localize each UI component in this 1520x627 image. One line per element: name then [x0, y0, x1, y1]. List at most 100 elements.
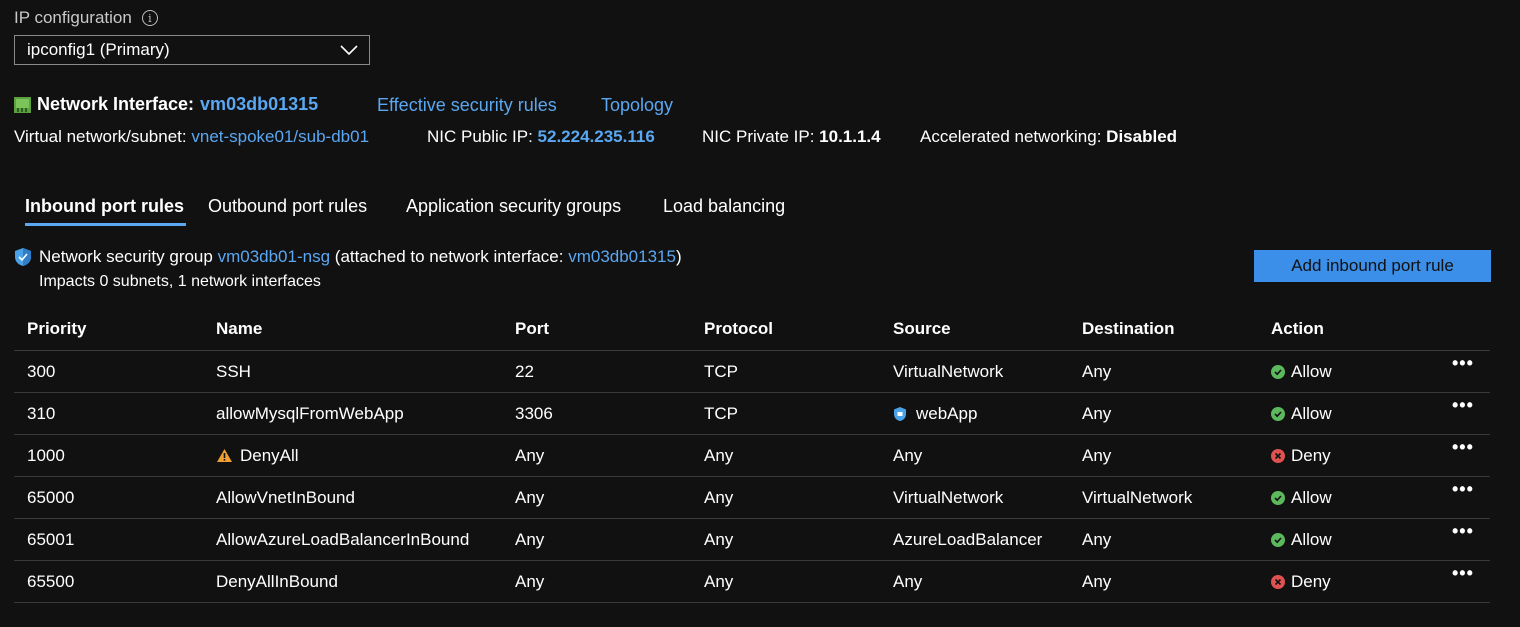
cell-name: SSH	[216, 361, 251, 381]
check-circle-icon	[1271, 364, 1285, 379]
topology-link[interactable]: Topology	[601, 95, 673, 116]
cell-protocol: TCP	[704, 361, 738, 381]
cell-source: Any	[893, 445, 923, 465]
header-name[interactable]: Name	[216, 308, 262, 350]
header-destination[interactable]: Destination	[1082, 308, 1175, 350]
tab-inbound-port-rules[interactable]: Inbound port rules	[25, 196, 184, 217]
table-row[interactable]: 310 allowMysqlFromWebApp 3306 TCP webApp…	[14, 393, 1490, 435]
vnet-label: Virtual network/subnet:	[14, 127, 187, 146]
cell-destination: Any	[1082, 571, 1112, 591]
nsg-name-link[interactable]: vm03db01-nsg	[218, 247, 330, 267]
public-ip-info: NIC Public IP: 52.224.235.116	[427, 127, 655, 147]
cell-protocol: Any	[704, 487, 734, 507]
nic-name-link[interactable]: vm03db01315	[200, 94, 318, 115]
cell-priority: 1000	[27, 445, 65, 465]
nsg-attached-nic-link[interactable]: vm03db01315	[568, 247, 676, 267]
header-port[interactable]: Port	[515, 308, 549, 350]
table-row[interactable]: 65000 AllowVnetInBound Any Any VirtualNe…	[14, 477, 1490, 519]
cell-port: 22	[515, 361, 534, 381]
ip-configuration-text: IP configuration	[14, 8, 132, 27]
tab-application-security-groups[interactable]: Application security groups	[406, 196, 621, 217]
accelerated-networking-label: Accelerated networking:	[920, 127, 1102, 146]
cell-name: AllowAzureLoadBalancerInBound	[216, 529, 470, 549]
nsg-impacts: Impacts 0 subnets, 1 network interfaces	[39, 273, 321, 290]
nsg-info: Network security group vm03db01-nsg (att…	[14, 247, 682, 267]
action-label: Allow	[1291, 529, 1332, 549]
cell-action: Allow	[1271, 519, 1332, 560]
cell-name: AllowVnetInBound	[216, 487, 355, 507]
action-label: Deny	[1291, 445, 1331, 465]
header-action[interactable]: Action	[1271, 308, 1324, 350]
cell-name: allowMysqlFromWebApp	[216, 403, 404, 423]
cell-destination: Any	[1082, 445, 1112, 465]
source-label: webApp	[916, 403, 978, 423]
tab-load-balancing[interactable]: Load balancing	[663, 196, 785, 217]
more-icon[interactable]: •••	[1452, 469, 1474, 510]
nic-header: Network Interface: vm03db01315	[14, 94, 318, 115]
more-icon[interactable]: •••	[1452, 385, 1474, 426]
cell-priority: 65500	[27, 571, 75, 591]
cell-protocol: Any	[704, 571, 734, 591]
effective-security-rules-link[interactable]: Effective security rules	[377, 95, 557, 116]
cell-port: Any	[515, 529, 545, 549]
cell-name: DenyAllInBound	[216, 571, 338, 591]
table-row[interactable]: 65500 DenyAllInBound Any Any Any Any Den…	[14, 561, 1490, 603]
more-icon[interactable]: •••	[1452, 343, 1474, 384]
cell-port: Any	[515, 445, 545, 465]
private-ip-label: NIC Private IP:	[702, 127, 815, 146]
vnet-link[interactable]: vnet-spoke01/sub-db01	[191, 127, 369, 146]
chevron-down-icon	[340, 45, 358, 56]
table-row[interactable]: 1000 DenyAll Any Any Any Any Deny •••	[14, 435, 1490, 477]
cell-action: Allow	[1271, 351, 1332, 392]
cell-source: Any	[893, 571, 923, 591]
application-security-group-icon	[894, 406, 906, 421]
public-ip-link[interactable]: 52.224.235.116	[538, 127, 655, 146]
cell-port: Any	[515, 487, 545, 507]
public-ip-label: NIC Public IP:	[427, 127, 533, 146]
more-icon[interactable]: •••	[1452, 511, 1474, 552]
accelerated-networking-info: Accelerated networking: Disabled	[920, 127, 1177, 147]
vnet-info: Virtual network/subnet: vnet-spoke01/sub…	[14, 127, 369, 147]
table-header: Priority Name Port Protocol Source Desti…	[14, 308, 1490, 351]
tab-outbound-port-rules[interactable]: Outbound port rules	[208, 196, 367, 217]
network-interface-icon	[14, 96, 31, 113]
nsg-attached-text: (attached to network interface:	[334, 247, 564, 266]
check-circle-icon	[1271, 406, 1285, 421]
cell-name: DenyAll	[216, 435, 299, 476]
inbound-rules-table: Priority Name Port Protocol Source Desti…	[14, 308, 1490, 603]
cell-protocol: Any	[704, 529, 734, 549]
name-label: DenyAll	[240, 445, 299, 465]
cell-priority: 300	[27, 361, 56, 381]
cell-destination: Any	[1082, 361, 1112, 381]
header-priority[interactable]: Priority	[27, 308, 87, 350]
cell-priority: 65001	[27, 529, 75, 549]
info-icon[interactable]: i	[141, 10, 158, 26]
cell-source: VirtualNetwork	[893, 487, 1004, 507]
check-circle-icon	[1271, 532, 1285, 547]
cell-port: 3306	[515, 403, 553, 423]
cell-action: Allow	[1271, 393, 1332, 434]
more-icon[interactable]: •••	[1452, 427, 1474, 468]
action-label: Allow	[1291, 361, 1332, 381]
action-label: Allow	[1291, 487, 1332, 507]
shield-icon	[15, 248, 31, 266]
nsg-prefix: Network security group	[39, 247, 213, 266]
header-protocol[interactable]: Protocol	[704, 308, 773, 350]
cell-protocol: TCP	[704, 403, 738, 423]
warning-icon	[217, 449, 232, 462]
ip-configuration-label: IP configuration i	[14, 8, 158, 28]
cell-action: Deny	[1271, 435, 1331, 476]
nsg-close-paren: )	[675, 247, 682, 266]
nic-label: Network Interface:	[37, 94, 195, 114]
cell-source: AzureLoadBalancer	[893, 529, 1043, 549]
action-label: Allow	[1291, 403, 1332, 423]
cell-priority: 65000	[27, 487, 75, 507]
table-row[interactable]: 65001 AllowAzureLoadBalancerInBound Any …	[14, 519, 1490, 561]
header-source[interactable]: Source	[893, 308, 951, 350]
add-inbound-port-rule-button[interactable]: Add inbound port rule	[1254, 250, 1491, 282]
check-circle-icon	[1271, 490, 1285, 505]
more-icon[interactable]: •••	[1452, 553, 1474, 594]
table-row[interactable]: 300 SSH 22 TCP VirtualNetwork Any Allow …	[14, 351, 1490, 393]
action-label: Deny	[1291, 571, 1331, 591]
ip-configuration-dropdown[interactable]: ipconfig1 (Primary)	[14, 35, 370, 65]
